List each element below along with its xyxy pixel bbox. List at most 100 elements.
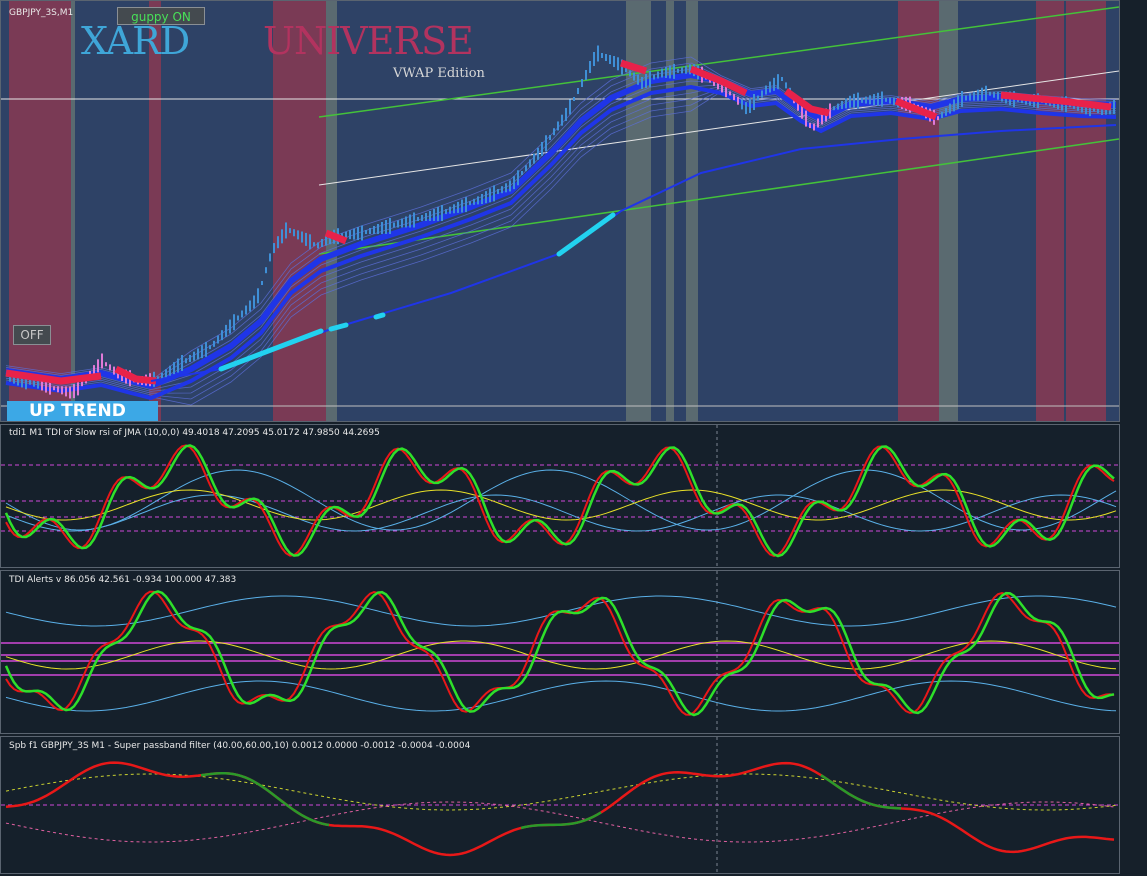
candle: [421, 215, 423, 221]
vwap-highlight: [373, 312, 386, 320]
candle: [657, 71, 659, 79]
osc-line: [820, 774, 902, 810]
candle: [577, 88, 579, 94]
candle: [729, 91, 731, 96]
candle: [545, 135, 547, 152]
candle: [509, 180, 511, 192]
candle: [401, 218, 403, 228]
candle: [653, 74, 655, 80]
candle: [513, 176, 515, 190]
tdi-pane[interactable]: tdi1 M1 TDI of Slow rsi of JMA (10,0,0) …: [0, 424, 1120, 568]
candle: [101, 353, 103, 369]
candle: [885, 97, 887, 102]
candle: [245, 305, 247, 315]
candle: [773, 77, 775, 91]
candle: [593, 52, 595, 66]
candle: [685, 65, 687, 74]
candle: [521, 171, 523, 175]
candle: [397, 220, 399, 228]
candle: [617, 57, 619, 71]
candle: [265, 267, 267, 274]
candle: [645, 74, 647, 88]
candle: [441, 205, 443, 221]
candle: [281, 229, 283, 244]
candle: [529, 159, 531, 168]
candle: [221, 330, 223, 341]
candle: [473, 198, 475, 205]
candle: [225, 324, 227, 337]
candle: [737, 96, 739, 105]
candle: [753, 94, 755, 110]
candle: [637, 74, 639, 85]
candle: [241, 310, 243, 318]
candle: [765, 85, 767, 95]
candle: [993, 91, 995, 98]
candle: [381, 222, 383, 234]
passband-label: Spb f1 GBPJPY_3S M1 - Super passband fil…: [9, 741, 471, 751]
candle: [949, 103, 951, 114]
candle: [665, 66, 667, 78]
candle: [285, 222, 287, 239]
passband-pane[interactable]: Spb f1 GBPJPY_3S M1 - Super passband fil…: [0, 736, 1120, 874]
candle: [541, 142, 543, 156]
candle: [749, 99, 751, 113]
tdi-alerts-pane[interactable]: TDI Alerts v 86.056 42.561 -0.934 100.00…: [0, 570, 1120, 734]
osc-line: [5, 680, 1117, 712]
vwap-highlight: [556, 212, 616, 257]
candle: [977, 89, 979, 101]
candle: [449, 206, 451, 214]
candle: [809, 123, 811, 129]
candle: [213, 340, 215, 347]
candle: [881, 91, 883, 107]
candle: [945, 107, 947, 116]
candle: [497, 189, 499, 195]
candle: [837, 103, 839, 110]
candle: [833, 106, 835, 111]
candle: [169, 365, 171, 376]
candle: [273, 243, 275, 254]
candle: [309, 234, 311, 250]
candle: [237, 315, 239, 321]
candle: [661, 68, 663, 78]
candle: [781, 77, 783, 81]
candle: [253, 295, 255, 309]
candle: [365, 230, 367, 234]
candle: [377, 224, 379, 234]
candle: [201, 345, 203, 359]
candle: [109, 364, 111, 371]
candle: [965, 95, 967, 101]
candle: [537, 147, 539, 160]
candle: [33, 379, 35, 387]
neutral-zone: [939, 1, 958, 421]
candle: [173, 362, 175, 375]
price-scale: [1120, 0, 1147, 876]
candle: [997, 91, 999, 100]
candle: [489, 188, 491, 203]
candle: [501, 186, 503, 194]
edition-label: VWAP Edition: [393, 66, 485, 81]
candle: [673, 63, 675, 79]
candle: [293, 229, 295, 237]
candle: [461, 199, 463, 213]
main-chart-pane[interactable]: GBPJPY_3S,M1 guppy ON XARD UNIVERSE VWAP…: [0, 0, 1120, 422]
candle: [857, 92, 859, 109]
candle: [297, 230, 299, 240]
off-button[interactable]: OFF: [13, 325, 51, 345]
candle: [409, 214, 411, 228]
candle: [437, 207, 439, 221]
candle: [557, 121, 559, 131]
candle: [957, 95, 959, 110]
bear-zone: [273, 1, 326, 421]
candle: [785, 82, 787, 89]
candle: [465, 197, 467, 213]
candle: [477, 196, 479, 205]
candle: [961, 91, 963, 107]
candle: [605, 54, 607, 61]
candle: [317, 242, 319, 249]
candle: [681, 67, 683, 74]
candle: [385, 220, 387, 234]
candle: [533, 153, 535, 164]
candle: [553, 128, 555, 136]
candle: [589, 61, 591, 73]
candle: [757, 95, 759, 101]
